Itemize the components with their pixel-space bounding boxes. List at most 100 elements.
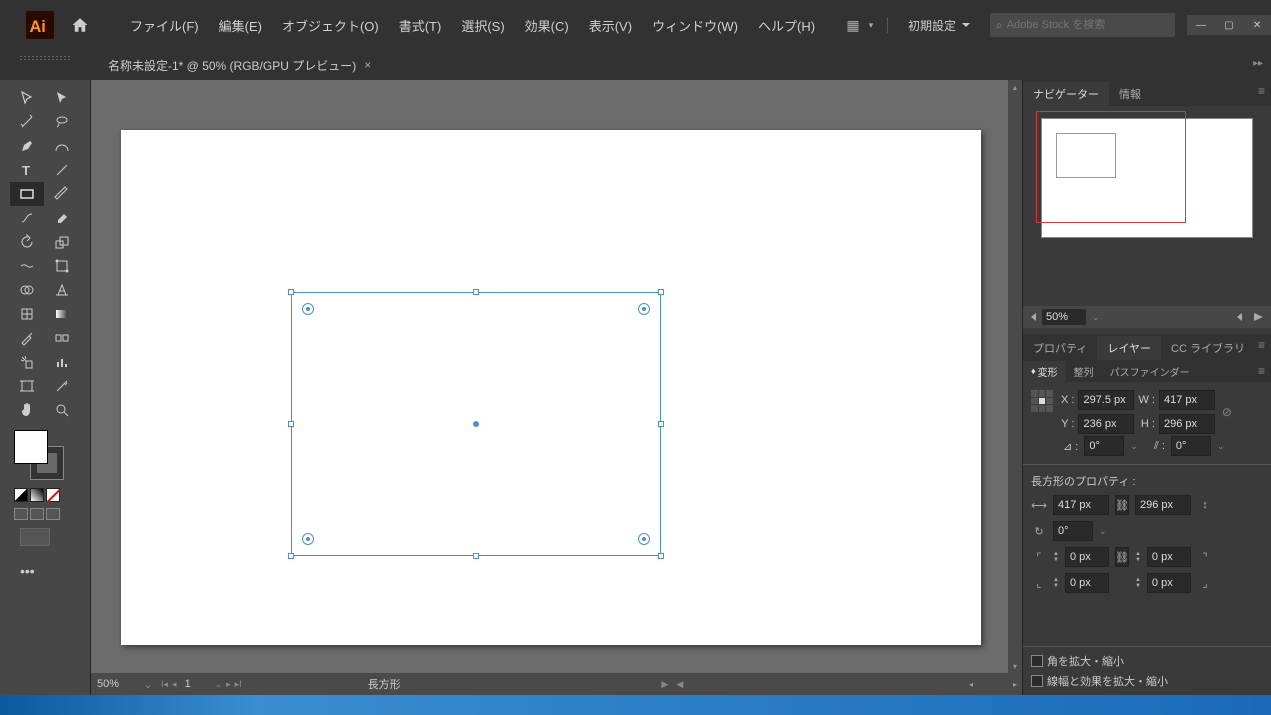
line-tool[interactable] [45, 158, 79, 182]
symbol-sprayer-tool[interactable] [10, 350, 44, 374]
minimize-button[interactable]: — [1187, 15, 1215, 35]
rectangle-tool[interactable] [10, 182, 44, 206]
paintbrush-tool[interactable] [45, 182, 79, 206]
scale-tool[interactable] [45, 230, 79, 254]
subtab-transform[interactable]: ♦変形 [1023, 361, 1066, 382]
color-mode-icon[interactable] [14, 488, 28, 502]
selected-rectangle[interactable] [291, 292, 661, 556]
tab-layers[interactable]: レイヤー [1097, 336, 1161, 360]
angle-chevron-icon[interactable]: ⌄ [1130, 441, 1138, 452]
draw-inside-icon[interactable] [46, 508, 60, 520]
menu-file[interactable]: ファイル(F) [120, 10, 209, 41]
eraser-tool[interactable] [45, 206, 79, 230]
scroll-down-icon[interactable]: ▾ [1008, 659, 1022, 673]
constrain-wh-icon[interactable]: ⊘ [1219, 404, 1235, 420]
free-transform-tool[interactable] [45, 254, 79, 278]
scroll-left-icon[interactable]: ◂ [964, 680, 978, 689]
resize-handle[interactable] [288, 289, 294, 295]
navigator-zoom-value[interactable]: 50% [1042, 309, 1086, 325]
spinner-icon[interactable]: ▲▼ [1135, 551, 1141, 563]
zoom-out-icon[interactable] [1031, 313, 1036, 321]
artboard-number[interactable]: 1 [181, 678, 211, 690]
panel-expand-icon[interactable]: ▸▸ [1253, 58, 1263, 69]
zoom-slider-min-icon[interactable] [1237, 313, 1242, 321]
corner-widget[interactable] [302, 533, 314, 545]
corner-tr-input[interactable] [1147, 547, 1191, 567]
tab-cc-libraries[interactable]: CC ライブラリ [1161, 336, 1255, 360]
prev-artboard-icon[interactable]: ◂ [172, 679, 177, 690]
arrange-docs-icon[interactable]: ▦ [845, 17, 861, 33]
draw-normal-icon[interactable] [14, 508, 28, 520]
shear-input[interactable] [1171, 436, 1211, 456]
angle-input[interactable] [1084, 436, 1124, 456]
mesh-tool[interactable] [10, 302, 44, 326]
menu-help[interactable]: ヘルプ(H) [748, 10, 825, 41]
search-input[interactable] [1007, 19, 1169, 31]
home-icon[interactable] [60, 16, 100, 34]
corner-widget[interactable] [638, 303, 650, 315]
status-zoom-chevron-icon[interactable]: ⌄ [141, 678, 155, 691]
screen-mode-icon[interactable] [20, 528, 50, 546]
status-collapse-icon[interactable]: ▶ [661, 679, 668, 690]
resize-handle[interactable] [473, 553, 479, 559]
navigator-preview[interactable] [1041, 118, 1253, 238]
type-tool[interactable]: T [10, 158, 44, 182]
panel-menu-icon[interactable]: ≡ [1258, 364, 1265, 378]
resize-handle[interactable] [473, 289, 479, 295]
y-input[interactable] [1078, 414, 1134, 434]
x-input[interactable] [1078, 390, 1134, 410]
draw-behind-icon[interactable] [30, 508, 44, 520]
search-box[interactable]: ⌕ [990, 13, 1175, 37]
menu-object[interactable]: オブジェクト(O) [272, 10, 389, 41]
tab-info[interactable]: 情報 [1109, 82, 1151, 106]
column-graph-tool[interactable] [45, 350, 79, 374]
scroll-up-icon[interactable]: ▴ [1008, 80, 1022, 94]
zoom-in-icon[interactable] [1254, 313, 1263, 321]
tab-navigator[interactable]: ナビゲーター [1023, 82, 1109, 106]
menu-select[interactable]: 選択(S) [451, 10, 514, 41]
resize-handle[interactable] [288, 553, 294, 559]
curvature-tool[interactable] [45, 134, 79, 158]
first-artboard-icon[interactable]: I◂ [161, 679, 168, 690]
menu-effect[interactable]: 効果(C) [515, 10, 579, 41]
maximize-button[interactable]: ▢ [1215, 15, 1243, 35]
menu-view[interactable]: 表示(V) [579, 10, 642, 41]
vertical-scrollbar[interactable]: ▴ ▾ [1008, 80, 1022, 673]
checkbox-scale-corners[interactable] [1031, 655, 1043, 667]
zoom-chevron-icon[interactable]: ⌄ [1092, 312, 1100, 323]
gradient-tool[interactable] [45, 302, 79, 326]
link-wh-icon[interactable]: ⛓ [1115, 495, 1129, 515]
arrange-chevron-icon[interactable]: ▾ [863, 17, 879, 33]
scroll-right-icon[interactable]: ▸ [1008, 680, 1022, 689]
perspective-grid-tool[interactable] [45, 278, 79, 302]
reference-point-selector[interactable] [1031, 390, 1053, 412]
subtab-align[interactable]: 整列 [1066, 361, 1102, 382]
next-artboard-icon[interactable]: ▸ [226, 679, 231, 690]
resize-handle[interactable] [658, 421, 664, 427]
eyedropper-tool[interactable] [10, 326, 44, 350]
menu-window[interactable]: ウィンドウ(W) [642, 10, 748, 41]
magic-wand-tool[interactable] [10, 110, 44, 134]
panel-menu-icon[interactable]: ≡ [1258, 84, 1265, 98]
h-input[interactable] [1159, 414, 1215, 434]
checkbox-scale-strokes[interactable] [1031, 675, 1043, 687]
pen-tool[interactable] [10, 134, 44, 158]
shape-builder-tool[interactable] [10, 278, 44, 302]
zoom-tool[interactable] [45, 398, 79, 422]
artboard-chevron-icon[interactable]: ⌄ [215, 679, 223, 690]
rect-w-input[interactable] [1053, 495, 1109, 515]
workspace-switcher[interactable]: 初期設定 [896, 13, 982, 38]
selection-tool[interactable] [10, 86, 44, 110]
artboard-tool[interactable] [10, 374, 44, 398]
width-tool[interactable] [10, 254, 44, 278]
corner-tl-input[interactable] [1065, 547, 1109, 567]
w-input[interactable] [1159, 390, 1215, 410]
slice-tool[interactable] [45, 374, 79, 398]
edit-toolbar-icon[interactable]: ••• [0, 557, 90, 585]
resize-handle[interactable] [658, 553, 664, 559]
tab-close-icon[interactable]: × [364, 58, 371, 72]
corner-br-input[interactable] [1147, 573, 1191, 593]
shear-chevron-icon[interactable]: ⌄ [1217, 441, 1225, 452]
link-corners-icon[interactable]: ⛓ [1115, 547, 1129, 567]
spinner-icon[interactable]: ▲▼ [1053, 577, 1059, 589]
